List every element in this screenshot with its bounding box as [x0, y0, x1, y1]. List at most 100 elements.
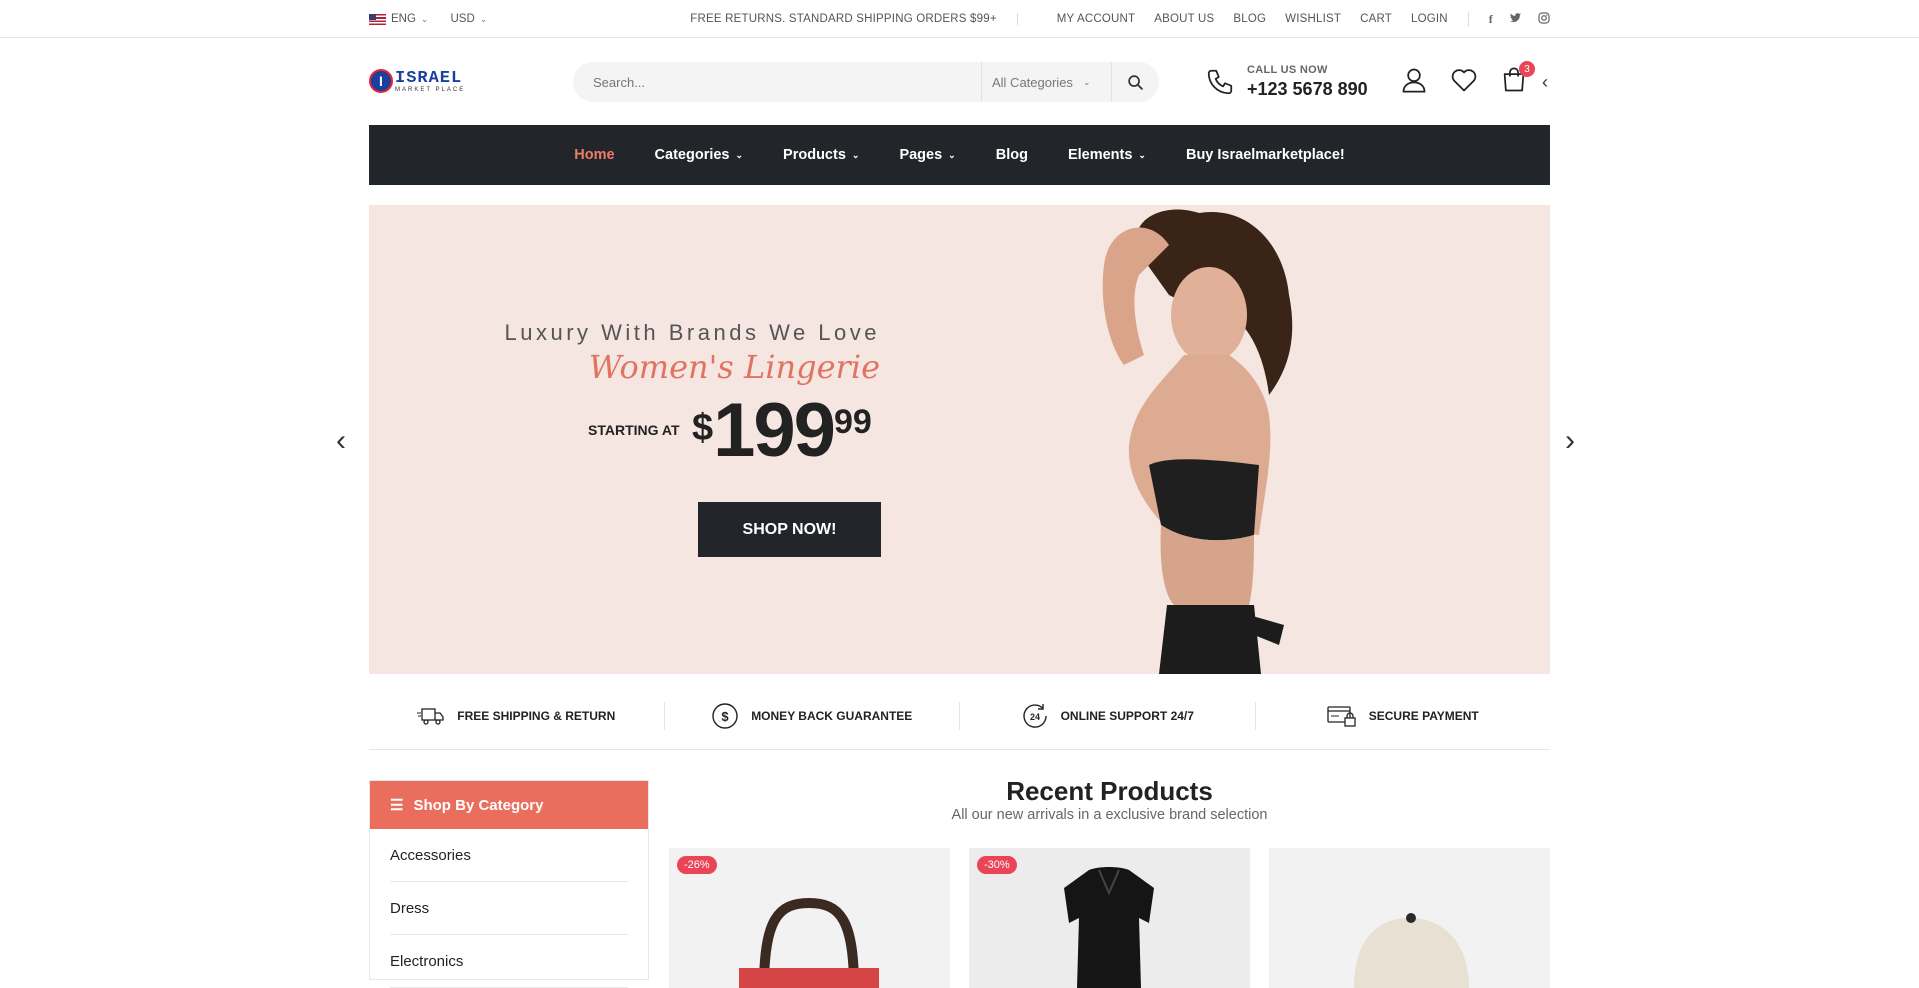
cap-image: [1354, 913, 1469, 988]
svg-text:$: $: [722, 709, 730, 724]
call-label: CALL US NOW: [1247, 64, 1328, 76]
price-main: 199: [713, 388, 836, 473]
chevron-down-icon: ⌄: [735, 149, 744, 160]
blog-link[interactable]: BLOG: [1233, 13, 1266, 25]
call-us: CALL US NOW +123 5678 890: [1205, 64, 1368, 100]
recent-products-title: Recent Products: [1006, 776, 1213, 806]
nav-item-label: Products: [783, 147, 846, 163]
chevron-down-icon: ⌄: [851, 149, 860, 160]
header-icons: 3 ‹: [1400, 61, 1548, 99]
call-number[interactable]: +123 5678 890: [1247, 78, 1368, 101]
nav-item-blog[interactable]: Blog: [996, 147, 1028, 163]
chevron-down-icon: ⌄: [420, 13, 429, 24]
my-account-link[interactable]: MY ACCOUNT: [1057, 13, 1135, 25]
twitter-icon[interactable]: [1509, 12, 1522, 27]
slider-next-arrow[interactable]: ›: [1565, 424, 1575, 458]
features-bar: FREE SHIPPING & RETURN $ MONEY BACK GUAR…: [369, 682, 1550, 750]
nav-item-label: Buy Israelmarketplace!: [1185, 147, 1345, 163]
dollar-icon: $: [712, 702, 738, 729]
category-item-dress[interactable]: Dress: [390, 882, 628, 935]
top-links: FREE RETURNS. STANDARD SHIPPING ORDERS $…: [690, 0, 1550, 38]
cart-button[interactable]: 3: [1500, 61, 1535, 99]
product-card[interactable]: [1269, 848, 1550, 988]
nav-item-label: Pages: [899, 147, 943, 163]
main-nav: Home Categories ⌄ Products ⌄ Pages ⌄ Blog E…: [369, 125, 1550, 185]
main-header: I ISRAEL MARKET PLACE All Categories ⌄ C…: [0, 38, 1919, 124]
facebook-icon[interactable]: f: [1489, 12, 1493, 27]
feature-secure-payment: SECURE PAYMENT: [1256, 702, 1551, 730]
login-link[interactable]: LOGIN: [1411, 13, 1448, 25]
search-input[interactable]: [573, 62, 981, 102]
category-item-electronics[interactable]: Electronics: [390, 935, 628, 988]
discount-badge: -30%: [977, 856, 1017, 874]
hero-price: $ 199 99: [692, 393, 872, 469]
phone-icon: [1207, 70, 1233, 95]
cart-link[interactable]: CART: [1360, 13, 1392, 25]
language-label: ENG: [391, 13, 416, 25]
category-select-label: All Categories: [992, 74, 1073, 90]
sidebar-title: Shop By Category: [413, 796, 544, 814]
cart-count-badge: 3: [1519, 61, 1535, 77]
nav-item-pages[interactable]: Pages ⌄: [899, 147, 955, 163]
locale-switchers: ENG ⌄ USD ⌄: [369, 0, 487, 38]
feature-label: SECURE PAYMENT: [1368, 708, 1479, 723]
feature-support: 24 ONLINE SUPPORT 24/7: [960, 701, 1256, 730]
logo-title: ISRAEL: [395, 68, 463, 88]
nav-item-label: Elements: [1067, 147, 1133, 163]
feature-label: ONLINE SUPPORT 24/7: [1060, 708, 1194, 723]
truck-icon: [417, 707, 444, 725]
shop-now-button[interactable]: SHOP NOW!: [698, 502, 881, 557]
about-us-link[interactable]: ABOUT US: [1154, 13, 1214, 25]
search-icon: [1128, 74, 1143, 90]
search-button[interactable]: [1111, 62, 1159, 102]
currency-selector[interactable]: USD ⌄: [450, 13, 487, 25]
menu-icon: ☰: [390, 797, 404, 814]
account-icon[interactable]: [1400, 66, 1428, 99]
card-lock-icon: [1327, 705, 1356, 727]
category-sidebar: ☰ Shop By Category Accessories Dress Ele…: [369, 780, 649, 988]
feature-money-back: $ MONEY BACK GUARANTEE: [665, 701, 960, 730]
nav-item-label: Home: [574, 147, 615, 163]
nav-item-elements[interactable]: Elements ⌄: [1068, 147, 1146, 163]
logo-mark-icon: I: [369, 69, 393, 93]
wishlist-link[interactable]: WISHLIST: [1285, 13, 1341, 25]
social-links: f: [1467, 11, 1550, 27]
product-card[interactable]: -26%: [669, 848, 950, 988]
feature-label: FREE SHIPPING & RETURN: [457, 708, 616, 723]
chevron-down-icon: ⌄: [479, 13, 488, 24]
top-bar: ENG ⌄ USD ⌄ FREE RETURNS. STANDARD SHIPP…: [0, 0, 1919, 38]
category-item-accessories[interactable]: Accessories: [390, 829, 628, 882]
language-selector[interactable]: ENG ⌄: [369, 13, 428, 25]
nav-item-label: Blog: [995, 147, 1028, 163]
chevron-down-icon: ⌄: [1082, 76, 1091, 87]
hero-slider: Luxury With Brands We Love Women's Linge…: [369, 205, 1550, 674]
hero-subtitle: Luxury With Brands We Love: [504, 320, 880, 345]
wishlist-icon[interactable]: [1450, 66, 1478, 99]
currency-label: USD: [450, 13, 475, 25]
feature-label: MONEY BACK GUARANTEE: [751, 708, 913, 723]
recent-products-subtitle: All our new arrivals in a exclusive bran…: [951, 807, 1268, 823]
site-logo[interactable]: I ISRAEL MARKET PLACE: [369, 66, 465, 96]
nav-item-categories[interactable]: Categories ⌄: [655, 147, 744, 163]
instagram-icon[interactable]: [1538, 11, 1550, 27]
hero-model-image: [1102, 209, 1293, 674]
hero-starting-at: STARTING AT: [588, 422, 680, 438]
support-24-icon: 24: [1022, 703, 1047, 728]
chevron-left-icon[interactable]: ‹: [1542, 72, 1548, 93]
us-flag-icon: [369, 13, 386, 25]
search-bar: All Categories ⌄: [573, 62, 1159, 102]
category-select[interactable]: All Categories ⌄: [981, 62, 1111, 102]
hero-script-title: Women's Lingerie: [588, 348, 880, 386]
price-cents: 99: [833, 403, 872, 441]
logo-subtitle: MARKET PLACE: [395, 86, 466, 93]
sidebar-header[interactable]: ☰ Shop By Category: [370, 781, 648, 829]
nav-item-home[interactable]: Home: [574, 147, 614, 163]
nav-item-products[interactable]: Products ⌄: [783, 147, 859, 163]
chevron-down-icon: ⌄: [1138, 149, 1146, 160]
nav-item-buy[interactable]: Buy Israelmarketplace!: [1186, 147, 1345, 163]
chevron-down-icon: ⌄: [948, 149, 956, 160]
product-card[interactable]: -30%: [969, 848, 1250, 988]
svg-text:24: 24: [1030, 712, 1040, 722]
discount-badge: -26%: [677, 856, 717, 874]
slider-prev-arrow[interactable]: ‹: [336, 424, 346, 458]
